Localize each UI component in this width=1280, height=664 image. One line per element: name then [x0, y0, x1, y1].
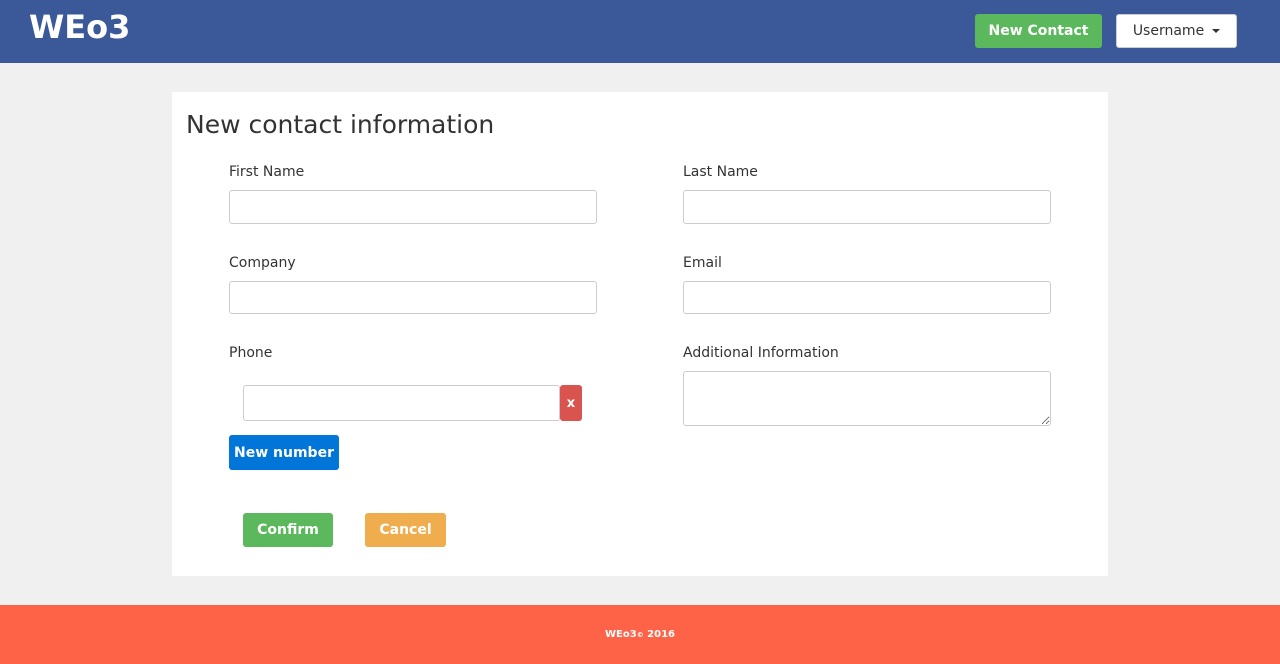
email-input[interactable] [683, 281, 1051, 314]
first-name-label: First Name [229, 164, 305, 180]
cancel-button[interactable]: Cancel [365, 513, 446, 547]
new-number-button[interactable]: New number [229, 435, 339, 470]
new-contact-form-panel: New contact information First Name Last … [172, 92, 1108, 576]
additional-info-label: Additional Information [683, 345, 839, 361]
brand-logo[interactable]: WEo3 [29, 8, 130, 46]
new-contact-button[interactable]: New Contact [975, 14, 1102, 48]
company-input[interactable] [229, 281, 597, 314]
remove-phone-button[interactable]: x [560, 385, 582, 421]
footer-year: 2016 [647, 629, 676, 640]
navbar: WEo3 New Contact Username [0, 0, 1280, 63]
footer-brand: WEo3 [604, 629, 637, 640]
username-label: Username [1132, 23, 1205, 39]
confirm-button[interactable]: Confirm [243, 513, 333, 547]
username-dropdown-button[interactable]: Username [1116, 14, 1237, 48]
footer: WEo3 © 2016 [0, 605, 1280, 664]
last-name-input[interactable] [683, 190, 1051, 224]
last-name-label: Last Name [683, 164, 758, 180]
page-title: New contact information [186, 110, 495, 139]
company-label: Company [229, 255, 296, 271]
phone-input[interactable] [243, 385, 560, 421]
email-label: Email [683, 255, 722, 271]
phone-label: Phone [229, 345, 273, 361]
additional-info-textarea[interactable] [683, 371, 1051, 426]
first-name-input[interactable] [229, 190, 597, 224]
copyright-symbol: © [636, 630, 644, 639]
chevron-down-icon [1212, 29, 1221, 33]
